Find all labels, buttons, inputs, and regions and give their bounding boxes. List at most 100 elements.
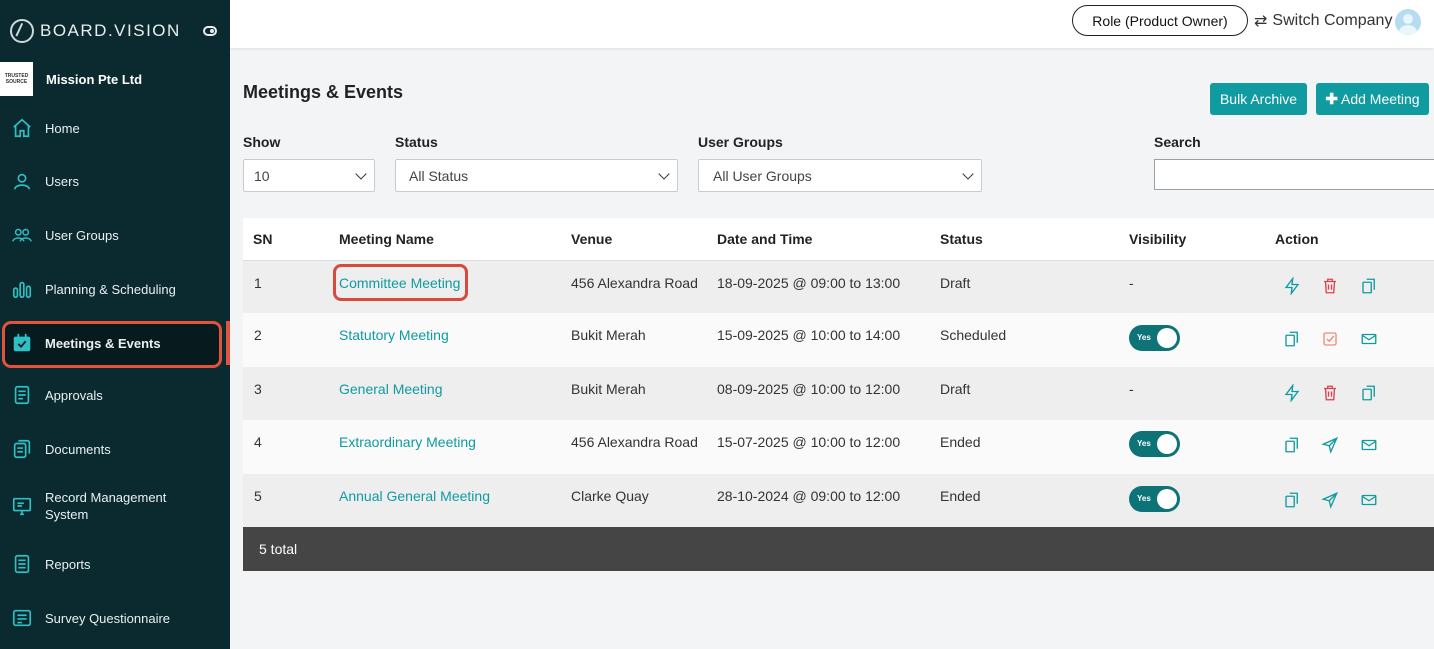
swap-icon: ⇄ (1254, 13, 1268, 30)
topbar: Role (Product Owner) ⇄ Switch Company (230, 0, 1434, 48)
page-title: Meetings & Events (243, 82, 404, 102)
visibility-toggle[interactable]: Yes (1129, 325, 1180, 351)
sidebar-item-label: Approvals (45, 387, 103, 403)
bulk-archive-button[interactable]: Bulk Archive (1210, 83, 1307, 115)
sidebar-item-label: Meetings & Events (45, 335, 161, 351)
sidebar-item-planning[interactable]: Planning & Scheduling (0, 267, 230, 311)
table-row: 5 Annual General Meeting Clarke Quay 28-… (243, 474, 1434, 527)
table-row: 2 Statutory Meeting Bukit Merah 15-09-20… (243, 313, 1434, 367)
plus-icon: ✚ (1325, 91, 1338, 108)
meeting-name-link[interactable]: Statutory Meeting (339, 327, 449, 343)
search-input[interactable] (1154, 159, 1434, 190)
home-icon (13, 118, 31, 138)
brand-logo-icon (10, 19, 34, 43)
chevron-down-icon (962, 168, 974, 180)
mail-icon[interactable] (1360, 436, 1378, 454)
documents-icon (13, 439, 31, 459)
header-venue[interactable]: Venue (571, 231, 612, 247)
add-meeting-label: Add Meeting (1340, 91, 1420, 107)
calendar-check-icon (13, 333, 31, 352)
cell-sn: 5 (254, 488, 262, 504)
bolt-icon[interactable] (1283, 277, 1301, 295)
copy-icon[interactable] (1283, 330, 1301, 348)
sidebar-item-survey[interactable]: Survey Questionnaire (0, 596, 230, 640)
table-row: 4 Extraordinary Meeting 456 Alexandra Ro… (243, 420, 1434, 474)
mail-icon[interactable] (1360, 491, 1378, 509)
sidebar-toggle-icon[interactable] (203, 26, 217, 36)
sidebar-item-home[interactable]: Home (0, 106, 230, 150)
visibility-toggle[interactable]: Yes (1129, 486, 1180, 512)
company-name: Mission Pte Ltd (46, 71, 143, 87)
sidebar-item-label: Home (45, 120, 80, 136)
mail-icon[interactable] (1360, 330, 1378, 348)
meeting-name-link[interactable]: General Meeting (339, 381, 443, 397)
copy-icon[interactable] (1360, 277, 1378, 295)
cell-status: Draft (940, 381, 971, 397)
visibility-toggle[interactable]: Yes (1129, 431, 1180, 457)
company-logo: TRUSTED SOURCE (0, 62, 33, 96)
table-row: 3 General Meeting Bukit Merah 08-09-2025… (243, 367, 1434, 420)
trash-icon[interactable] (1321, 277, 1339, 295)
meeting-name-link[interactable]: Committee Meeting (339, 275, 460, 291)
brand[interactable]: BOARD.VISION (10, 18, 181, 44)
cell-datetime: 08-09-2025 @ 10:00 to 12:00 (717, 381, 901, 397)
sidebar-item-reports[interactable]: Reports (0, 542, 230, 586)
toggle-label: Yes (1137, 333, 1151, 342)
bolt-icon[interactable] (1283, 384, 1301, 402)
show-select[interactable]: 10 (243, 159, 375, 192)
sidebar-item-approvals[interactable]: Approvals (0, 373, 230, 417)
cell-status: Draft (940, 275, 971, 291)
sidebar-item-user-groups[interactable]: User Groups (0, 213, 230, 257)
toggle-label: Yes (1137, 494, 1151, 503)
checkbox-icon[interactable] (1321, 330, 1339, 348)
meetings-table: SN Meeting Name Venue Date and Time Stat… (243, 218, 1434, 571)
cell-status: Scheduled (940, 327, 1007, 343)
header-date-time[interactable]: Date and Time (717, 231, 812, 247)
send-icon[interactable] (1321, 491, 1339, 509)
search-label: Search (1154, 134, 1201, 150)
sidebar-item-record-management[interactable]: Record Management System (0, 484, 230, 528)
show-value: 10 (254, 167, 270, 184)
header-sn[interactable]: SN (253, 231, 272, 247)
role-button[interactable]: Role (Product Owner) (1072, 5, 1248, 36)
switch-company-label: Switch Company (1272, 12, 1393, 29)
status-select[interactable]: All Status (395, 159, 678, 192)
meeting-name-link[interactable]: Extraordinary Meeting (339, 434, 476, 450)
add-meeting-button[interactable]: ✚ Add Meeting (1316, 83, 1429, 115)
header-meeting-name[interactable]: Meeting Name (339, 231, 434, 247)
toggle-knob (1157, 434, 1177, 454)
table-footer: 5 total (243, 527, 1434, 571)
cell-venue: Bukit Merah (571, 381, 646, 397)
avatar[interactable] (1395, 9, 1421, 35)
copy-icon[interactable] (1360, 384, 1378, 402)
cell-sn: 4 (254, 434, 262, 450)
user-groups-value: All User Groups (713, 167, 812, 184)
header-visibility[interactable]: Visibility (1129, 231, 1186, 247)
sidebar-item-users[interactable]: Users (0, 159, 230, 203)
user-groups-label: User Groups (698, 134, 783, 150)
send-icon[interactable] (1321, 436, 1339, 454)
cell-datetime: 28-10-2024 @ 09:00 to 12:00 (717, 488, 901, 504)
table-row: 1 Committee Meeting 456 Alexandra Road 1… (243, 261, 1434, 313)
cell-status: Ended (940, 488, 981, 504)
sidebar-item-label: User Groups (45, 227, 119, 243)
sidebar-item-meetings[interactable]: Meetings & Events (0, 321, 230, 365)
sidebar-item-label: Survey Questionnaire (45, 610, 171, 626)
switch-company-button[interactable]: ⇄ Switch Company (1254, 11, 1392, 31)
trash-icon[interactable] (1321, 384, 1339, 402)
copy-icon[interactable] (1283, 491, 1301, 509)
meeting-name-link[interactable]: Annual General Meeting (339, 488, 490, 504)
company-switcher[interactable]: TRUSTED SOURCE Mission Pte Ltd (0, 62, 230, 96)
sidebar-item-documents[interactable]: Documents (0, 427, 230, 471)
cell-datetime: 18-09-2025 @ 09:00 to 13:00 (717, 275, 901, 291)
brand-name: BOARD.VISION (40, 21, 181, 40)
status-label: Status (395, 134, 438, 150)
cell-venue: Clarke Quay (571, 488, 649, 504)
cell-venue: Bukit Merah (571, 327, 646, 343)
header-status[interactable]: Status (940, 231, 983, 247)
user-groups-select[interactable]: All User Groups (698, 159, 982, 192)
copy-icon[interactable] (1283, 436, 1301, 454)
sidebar-item-label: Documents (45, 441, 111, 457)
cell-venue: 456 Alexandra Road (571, 434, 698, 450)
show-label: Show (243, 134, 281, 150)
